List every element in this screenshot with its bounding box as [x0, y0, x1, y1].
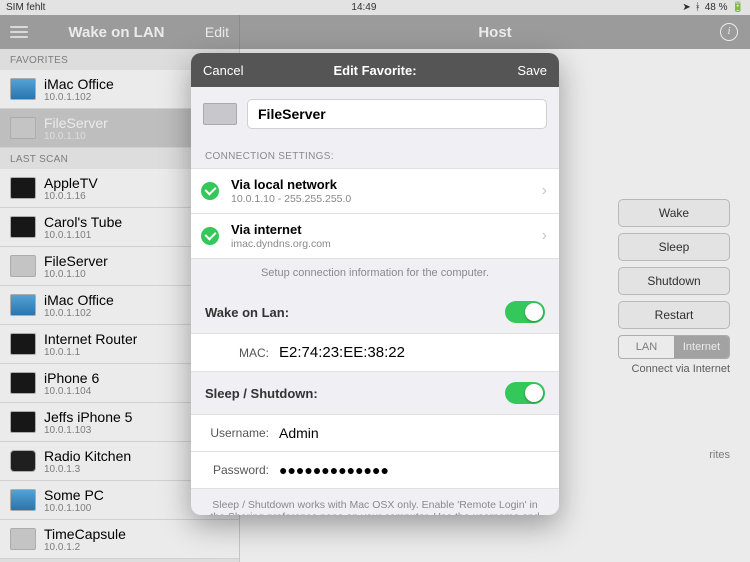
via-internet-row[interactable]: Via internet imac.dyndns.org.com ›	[191, 214, 559, 259]
sleep-label: Sleep / Shutdown:	[205, 386, 318, 401]
chevron-right-icon: ›	[542, 227, 547, 245]
modal-header: Cancel Edit Favorite: Save	[191, 53, 559, 87]
sleep-hint: Sleep / Shutdown works with Mac OSX only…	[191, 489, 559, 515]
username-input[interactable]	[279, 425, 545, 441]
connection-settings-header: CONNECTION SETTINGS:	[191, 141, 559, 168]
wol-label: Wake on Lan:	[205, 305, 289, 320]
sleep-shutdown-row: Sleep / Shutdown:	[191, 372, 559, 414]
via-internet-sub: imac.dyndns.org.com	[231, 238, 542, 250]
mac-label: MAC:	[205, 346, 269, 360]
password-row: Password:	[191, 452, 559, 489]
password-label: Password:	[205, 463, 269, 477]
username-label: Username:	[205, 426, 269, 440]
via-local-sub: 10.0.1.10 - 255.255.255.0	[231, 193, 542, 205]
username-row: Username:	[191, 414, 559, 452]
favorite-name-input[interactable]	[247, 99, 547, 129]
mac-input[interactable]	[279, 344, 545, 361]
connection-hint: Setup connection information for the com…	[191, 259, 559, 291]
wol-row: Wake on Lan:	[191, 291, 559, 333]
modal-title: Edit Favorite:	[191, 63, 559, 78]
chevron-right-icon: ›	[542, 182, 547, 200]
check-icon	[201, 227, 219, 245]
mac-row: MAC:	[191, 333, 559, 372]
cancel-button[interactable]: Cancel	[203, 63, 243, 78]
server-icon	[203, 103, 237, 125]
wol-toggle[interactable]	[505, 301, 545, 323]
password-input[interactable]	[279, 462, 545, 478]
via-local-row[interactable]: Via local network 10.0.1.10 - 255.255.25…	[191, 168, 559, 214]
via-internet-title: Via internet	[231, 222, 542, 237]
via-local-title: Via local network	[231, 177, 542, 192]
save-button[interactable]: Save	[517, 63, 547, 78]
sleep-toggle[interactable]	[505, 382, 545, 404]
modal-body[interactable]: CONNECTION SETTINGS: Via local network 1…	[191, 87, 559, 515]
edit-favorite-modal: Cancel Edit Favorite: Save CONNECTION SE…	[191, 53, 559, 515]
check-icon	[201, 182, 219, 200]
